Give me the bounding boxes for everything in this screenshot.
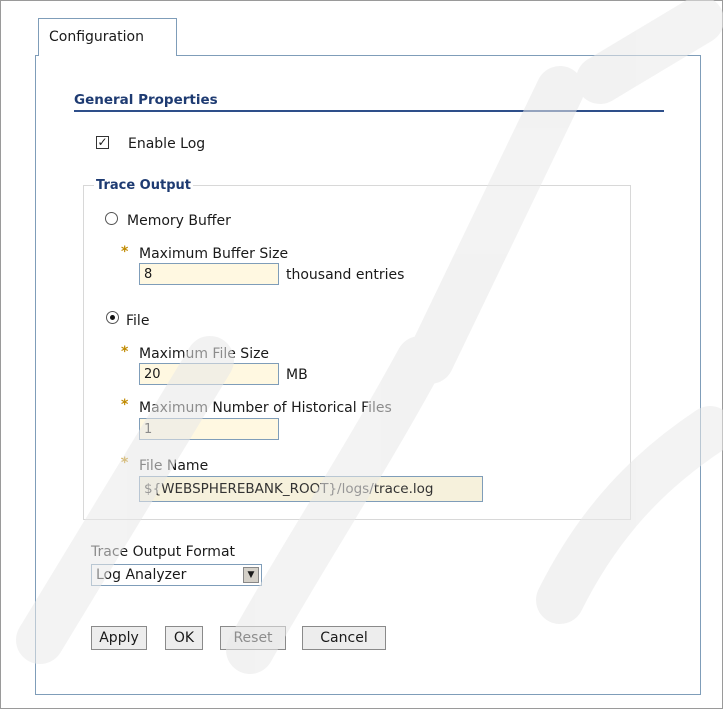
file-name-field[interactable]: ${WEBSPHEREBANK_ROOT}/logs/trace.log xyxy=(139,476,483,502)
tab-label: Configuration xyxy=(49,29,144,45)
max-file-size-unit: MB xyxy=(286,367,308,383)
trace-output-format-value: Log Analyzer xyxy=(96,567,187,583)
ok-button[interactable]: OK xyxy=(165,626,203,650)
cancel-button[interactable]: Cancel xyxy=(302,626,386,650)
memory-buffer-label: Memory Buffer xyxy=(127,213,231,229)
required-marker: * xyxy=(121,344,129,360)
max-buffer-size-label: Maximum Buffer Size xyxy=(139,246,289,262)
section-divider xyxy=(74,110,664,112)
max-file-size-input[interactable] xyxy=(139,363,279,385)
required-marker: * xyxy=(121,244,129,260)
enable-log-checkbox[interactable]: ✓ xyxy=(96,136,109,149)
tab-configuration[interactable]: Configuration xyxy=(38,18,177,56)
max-historical-files-label: Maximum Number of Historical Files xyxy=(139,400,392,416)
enable-log-label: Enable Log xyxy=(128,136,206,152)
trace-output-legend: Trace Output xyxy=(96,178,191,193)
chevron-down-icon[interactable]: ▼ xyxy=(243,567,259,583)
section-title-general-properties: General Properties xyxy=(74,92,218,108)
file-name-label: File Name xyxy=(139,458,209,474)
memory-buffer-radio[interactable] xyxy=(105,212,118,225)
file-radio[interactable] xyxy=(106,311,119,324)
trace-output-format-label: Trace Output Format xyxy=(91,544,236,560)
required-marker: * xyxy=(121,397,129,413)
max-buffer-size-unit: thousand entries xyxy=(286,267,405,283)
max-historical-files-input[interactable] xyxy=(139,418,279,440)
required-marker: * xyxy=(121,455,129,471)
reset-button[interactable]: Reset xyxy=(220,626,286,650)
max-buffer-size-input[interactable] xyxy=(139,263,279,285)
max-file-size-label: Maximum File Size xyxy=(139,346,270,362)
trace-output-format-select[interactable]: Log Analyzer ▼ xyxy=(91,564,262,586)
apply-button[interactable]: Apply xyxy=(91,626,147,650)
file-label: File xyxy=(126,313,150,329)
